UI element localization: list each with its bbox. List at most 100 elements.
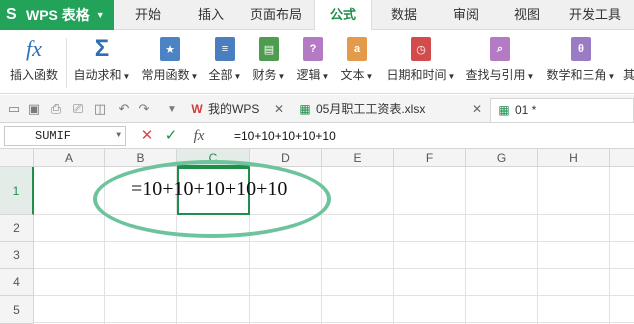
- menu-bar: S WPS 表格 ▼ 开始 插入 页面布局 公式 数据 审阅 视图 开发工具: [0, 0, 634, 31]
- document-tab-bar: ▭ ▣ ⎙ ⎚ ◫ ↶ ↷ ▼ W 我的WPS ✕ ▦ 05月职工工资表.xlsx …: [0, 95, 634, 123]
- tab-insert[interactable]: 插入: [183, 0, 239, 30]
- finance-label: 财务: [252, 68, 277, 82]
- close-icon[interactable]: ✕: [472, 98, 482, 120]
- other-functions-label: 其: [622, 68, 634, 82]
- name-box-value: SUMIF: [35, 129, 72, 143]
- logic-label: 逻辑: [296, 68, 321, 82]
- app-menu-button[interactable]: S WPS 表格 ▼: [0, 0, 114, 30]
- insert-function-label: 插入函数: [9, 68, 58, 82]
- gridline: [34, 322, 634, 323]
- text-functions-button[interactable]: a 文本▼: [337, 34, 377, 92]
- dropdown-arrow-icon: ▼: [122, 72, 131, 81]
- question-book-icon: ?: [300, 36, 326, 62]
- dropdown-arrow-icon: ▼: [277, 72, 286, 81]
- doc-tab-label: 01 *: [515, 103, 537, 117]
- other-functions-button[interactable]: 其: [622, 34, 634, 92]
- tab-view[interactable]: 视图: [505, 0, 549, 30]
- wps-logo-icon: W: [191, 102, 203, 116]
- doc-tab-salary-sheet[interactable]: ▦ 05月职工工资表.xlsx ✕: [292, 98, 488, 122]
- column-header-g[interactable]: G: [466, 149, 538, 167]
- row-header-1[interactable]: 1: [0, 167, 34, 215]
- dropdown-arrow-icon: ▼: [447, 72, 456, 81]
- ribbon-divider: [66, 38, 67, 88]
- chevron-down-icon: ▼: [116, 131, 121, 140]
- wps-logo-icon: S: [6, 6, 17, 23]
- highlight-ellipse-annotation: [93, 160, 331, 238]
- common-functions-button[interactable]: ★ 常用函数▼: [138, 34, 202, 92]
- spreadsheet-icon: ▦: [498, 103, 510, 117]
- math-trig-button[interactable]: θ 数学和三角▼: [542, 34, 620, 92]
- gridline: [393, 167, 394, 324]
- gridline: [34, 295, 634, 296]
- folder-icon[interactable]: ▭: [6, 101, 22, 117]
- all-functions-button[interactable]: ≡ 全部▼: [205, 34, 245, 92]
- autosum-button[interactable]: Σ 自动求和▼: [70, 34, 134, 92]
- math-trig-label: 数学和三角: [546, 68, 607, 82]
- tab-developer[interactable]: 开发工具: [562, 0, 628, 30]
- quick-access-dropdown-icon[interactable]: ▼: [164, 101, 180, 117]
- spreadsheet-grid: A B C D E F G H 1 2 3 4 5 =10+10+10+10+1…: [0, 149, 634, 324]
- doc-tab-my-wps[interactable]: W 我的WPS ✕: [184, 98, 290, 122]
- dropdown-arrow-icon: ▼: [607, 72, 616, 81]
- lookup-reference-label: 查找与引用: [465, 68, 526, 82]
- gridline: [465, 167, 466, 324]
- cancel-formula-button[interactable]: ✕: [138, 127, 156, 145]
- select-all-corner[interactable]: [0, 149, 34, 167]
- autosum-label: 自动求和: [73, 68, 122, 82]
- search-book-icon: ⌕: [487, 36, 513, 62]
- doc-tab-label: 05月职工工资表.xlsx: [316, 102, 426, 116]
- column-header-e[interactable]: E: [322, 149, 394, 167]
- row-header-5[interactable]: 5: [0, 296, 34, 324]
- preview-icon[interactable]: ◫: [92, 101, 108, 117]
- doc-tab-label: 我的WPS: [208, 102, 260, 116]
- redo-icon[interactable]: ↷: [136, 101, 152, 117]
- date-time-functions-button[interactable]: ◷ 日期和时间▼: [382, 34, 460, 92]
- tab-home[interactable]: 开始: [122, 0, 174, 30]
- row-header-3[interactable]: 3: [0, 242, 34, 269]
- column-header-f[interactable]: F: [394, 149, 466, 167]
- app-name: WPS 表格: [26, 7, 90, 23]
- dropdown-arrow-icon: ▼: [365, 72, 374, 81]
- save-icon[interactable]: ▣: [26, 101, 42, 117]
- doc-tab-01[interactable]: ▦ 01 *: [490, 98, 634, 122]
- insert-function-fx-button[interactable]: fx: [188, 127, 210, 145]
- tab-page-layout[interactable]: 页面布局: [243, 0, 309, 30]
- text-book-icon: a: [344, 36, 370, 62]
- theta-book-icon: θ: [568, 36, 594, 62]
- gridline: [34, 268, 634, 269]
- sigma-icon: Σ: [94, 35, 110, 62]
- confirm-formula-button[interactable]: ✓: [162, 127, 180, 145]
- tab-formulas[interactable]: 公式: [314, 0, 372, 31]
- column-header-partial[interactable]: [610, 149, 634, 167]
- dropdown-arrow-icon: ▼: [233, 72, 242, 81]
- gridline: [34, 241, 634, 242]
- ribbon-formulas: fx 插入函数 Σ 自动求和▼ ★ 常用函数▼ ≡ 全部▼ ▤ 财务▼ ? 逻辑…: [0, 30, 634, 94]
- gridline: [609, 167, 610, 324]
- column-header-a[interactable]: A: [34, 149, 105, 167]
- spreadsheet-icon: ▦: [299, 102, 311, 116]
- lookup-reference-button[interactable]: ⌕ 查找与引用▼: [463, 34, 537, 92]
- export-icon[interactable]: ⎙: [48, 101, 64, 117]
- row-header-4[interactable]: 4: [0, 269, 34, 296]
- all-functions-label: 全部: [208, 68, 233, 82]
- insert-function-button[interactable]: fx 插入函数: [4, 34, 64, 92]
- undo-icon[interactable]: ↶: [116, 101, 132, 117]
- tab-data[interactable]: 数据: [380, 0, 428, 30]
- clock-book-icon: ◷: [408, 36, 434, 62]
- finance-functions-button[interactable]: ▤ 财务▼: [249, 34, 289, 92]
- column-header-h[interactable]: H: [538, 149, 610, 167]
- name-box[interactable]: SUMIF ▼: [4, 126, 126, 146]
- formula-input[interactable]: =10+10+10+10+10: [228, 126, 632, 146]
- chevron-down-icon: ▼: [95, 10, 105, 20]
- tab-review[interactable]: 审阅: [444, 0, 488, 30]
- list-book-icon: ≡: [212, 36, 238, 62]
- close-icon[interactable]: ✕: [274, 98, 284, 120]
- print-icon[interactable]: ⎚: [70, 101, 86, 117]
- logic-functions-button[interactable]: ? 逻辑▼: [293, 34, 333, 92]
- fx-icon: fx: [26, 36, 42, 61]
- text-label: 文本: [340, 68, 365, 82]
- dropdown-arrow-icon: ▼: [526, 72, 535, 81]
- gridline: [537, 167, 538, 324]
- row-header-2[interactable]: 2: [0, 215, 34, 242]
- finance-book-icon: ▤: [256, 36, 282, 62]
